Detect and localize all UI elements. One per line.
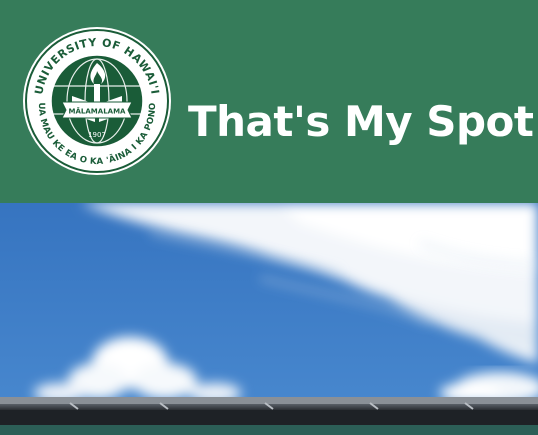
hero-image [0,203,538,435]
seal-ribbon-text: MĀLAMALAMA [69,107,126,116]
site-title: That's My Spot! [188,97,538,147]
building-roof [0,397,538,435]
seal-year: 1907 [88,131,106,139]
page: UNIVERSITY OF HAWAI'I UA MAU KE EA O KA … [0,0,538,435]
site-header: UNIVERSITY OF HAWAI'I UA MAU KE EA O KA … [0,0,538,203]
university-seal-icon[interactable]: UNIVERSITY OF HAWAI'I UA MAU KE EA O KA … [22,26,172,176]
sky-photo [0,203,538,435]
